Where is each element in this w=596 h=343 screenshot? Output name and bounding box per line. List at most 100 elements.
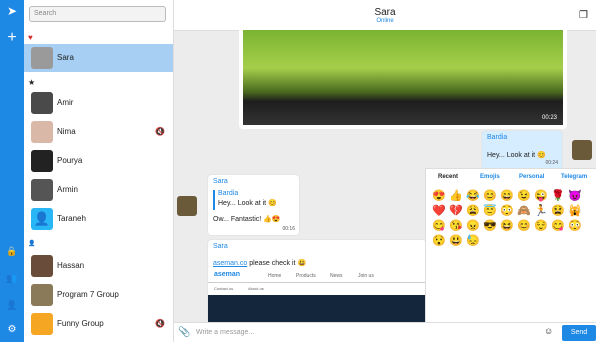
- chat-item-program-7-group[interactable]: Program 7 Group: [24, 281, 173, 309]
- avatar: [31, 150, 53, 172]
- emoji-item[interactable]: 👍: [449, 189, 466, 202]
- tab-recent[interactable]: Recent: [438, 174, 458, 180]
- preview-nav-item: Home: [268, 273, 282, 279]
- tab-personal[interactable]: Personal: [519, 174, 544, 180]
- sender-name: Bardia: [487, 134, 508, 141]
- link[interactable]: aseman.co: [213, 260, 247, 267]
- emoji-item[interactable]: 😎: [483, 219, 500, 232]
- composer: 📎 Write a message... ☺ Send: [174, 322, 596, 343]
- chat-item-nima[interactable]: Nima 🔇: [24, 118, 173, 146]
- avatar: [31, 47, 53, 69]
- profile-icon[interactable]: 👤: [4, 297, 20, 313]
- emoji-item[interactable]: 😆: [500, 219, 517, 232]
- tab-emojis[interactable]: Emojis: [480, 174, 500, 180]
- sender-name: Sara: [213, 178, 228, 185]
- chat-name: Program 7 Group: [57, 290, 119, 299]
- avatar: [572, 140, 592, 160]
- chat-item-amir[interactable]: Amir: [24, 89, 173, 117]
- emoji-item[interactable]: 😋: [432, 219, 449, 232]
- quote-name: Bardia: [218, 190, 239, 197]
- conversation: Sara Online ❐ 00:23 Bardia Hey... Look a…: [174, 0, 596, 343]
- preview-nav-item: Contact us: [214, 286, 234, 291]
- mute-icon: 🔇: [155, 127, 165, 136]
- incoming-message[interactable]: Sara Bardia Hey... Look at it 😊 Ow... Fa…: [208, 175, 299, 235]
- chat-item-sara[interactable]: Sara: [24, 44, 173, 72]
- people-icon: 👤: [28, 241, 36, 247]
- emoji-item[interactable]: 😊: [483, 189, 500, 202]
- avatar: [31, 284, 53, 306]
- chat-item-taraneh[interactable]: 👤 Taraneh: [24, 205, 173, 233]
- chat-list: Search ♥ Sara ★ Amir Nima 🔇 Pourya Armin…: [24, 0, 174, 342]
- emoji-item[interactable]: 😄: [500, 189, 517, 202]
- message-time: 00:23: [541, 115, 557, 121]
- emoji-item[interactable]: 😘: [449, 219, 466, 232]
- emoji-item[interactable]: 🏃: [534, 204, 551, 217]
- attach-icon[interactable]: 📎: [178, 327, 190, 338]
- chat-name: Pourya: [57, 156, 83, 165]
- emoji-item[interactable]: 😩: [466, 204, 483, 217]
- avatar: [31, 313, 53, 335]
- outgoing-message[interactable]: Bardia Hey... Look at it 😊 00:24: [482, 131, 562, 169]
- preview-nav-item: Join us: [358, 273, 374, 279]
- emoji-item[interactable]: 😜: [534, 189, 551, 202]
- contacts-icon[interactable]: 👥: [4, 270, 20, 286]
- link-preview[interactable]: aseman Home Products News Join us Contac…: [208, 268, 426, 322]
- emoji-item[interactable]: 😋: [551, 219, 568, 232]
- chat-item-pourya[interactable]: Pourya: [24, 147, 173, 175]
- avatar: [31, 121, 53, 143]
- emoji-item[interactable]: 😯: [432, 234, 449, 247]
- emoji-icon[interactable]: ☺: [544, 326, 553, 336]
- settings-icon[interactable]: ⚙: [4, 322, 20, 338]
- preview-nav-item: News: [330, 273, 343, 279]
- avatar: [177, 196, 197, 216]
- sender-name: Sara: [213, 243, 228, 250]
- chat-item-funny-group[interactable]: Funny Group 🔇: [24, 310, 173, 338]
- search-input[interactable]: Search: [29, 6, 166, 22]
- message-time: 00:24: [545, 160, 558, 166]
- chat-title: Sara: [374, 7, 396, 18]
- add-icon[interactable]: +: [4, 30, 20, 46]
- emoji-item[interactable]: 😠: [466, 219, 483, 232]
- chat-name: Funny Group: [57, 319, 104, 328]
- emoji-item[interactable]: 🙀: [568, 204, 585, 217]
- favorites-heart-icon: ♥: [28, 33, 33, 42]
- chat-item-armin[interactable]: Armin: [24, 176, 173, 204]
- reply-quote: Bardia Hey... Look at it 😊: [213, 190, 277, 210]
- emoji-item[interactable]: 😊: [517, 219, 534, 232]
- image-message[interactable]: 00:23: [239, 30, 567, 129]
- copy-icon[interactable]: ❐: [579, 10, 588, 21]
- mute-icon: 🔇: [155, 319, 165, 328]
- chat-header: Sara Online ❐: [174, 0, 596, 31]
- emoji-item[interactable]: 😌: [534, 219, 551, 232]
- chat-name: Hassan: [57, 261, 85, 270]
- quote-text: Hey... Look at it 😊: [218, 200, 277, 207]
- emoji-item[interactable]: 😈: [568, 189, 585, 202]
- emoji-item[interactable]: 😳: [568, 219, 585, 232]
- emoji-item[interactable]: 😳: [500, 204, 517, 217]
- message-input[interactable]: Write a message...: [196, 326, 556, 340]
- emoji-item[interactable]: 🌹: [551, 189, 568, 202]
- emoji-item[interactable]: 😓: [466, 234, 483, 247]
- chat-name: Amir: [57, 98, 74, 107]
- emoji-grid: 😍 👍 😂 😊 😄 😉 😜 🌹 😈 ❤️ 💔 😩 😇 😳 🙈 🏃 😫 🙀 😋 😘 😠 😎 😆 😊 😌 😋 😳 😯 😃 😓: [432, 189, 592, 247]
- chat-name: Nima: [57, 127, 76, 136]
- chat-item-hassan[interactable]: Hassan: [24, 252, 173, 280]
- chat-status: Online: [376, 18, 394, 24]
- send-button[interactable]: Send: [562, 325, 596, 341]
- chat-name: Taraneh: [57, 214, 86, 223]
- telegram-logo-icon[interactable]: ➤: [4, 3, 20, 19]
- emoji-item[interactable]: 😃: [449, 234, 466, 247]
- avatar: [31, 179, 53, 201]
- emoji-item[interactable]: 😂: [466, 189, 483, 202]
- avatar: 👤: [31, 208, 53, 230]
- emoji-item[interactable]: 💔: [449, 204, 466, 217]
- chat-name: Armin: [57, 185, 78, 194]
- emoji-item[interactable]: 😫: [551, 204, 568, 217]
- emoji-item[interactable]: 😉: [517, 189, 534, 202]
- emoji-item[interactable]: 😍: [432, 189, 449, 202]
- emoji-item[interactable]: 😇: [483, 204, 500, 217]
- lock-icon[interactable]: 🔒: [4, 243, 20, 259]
- emoji-item[interactable]: 🙈: [517, 204, 534, 217]
- emoji-item[interactable]: ❤️: [432, 204, 449, 217]
- tab-telegram[interactable]: Telegram: [561, 174, 587, 180]
